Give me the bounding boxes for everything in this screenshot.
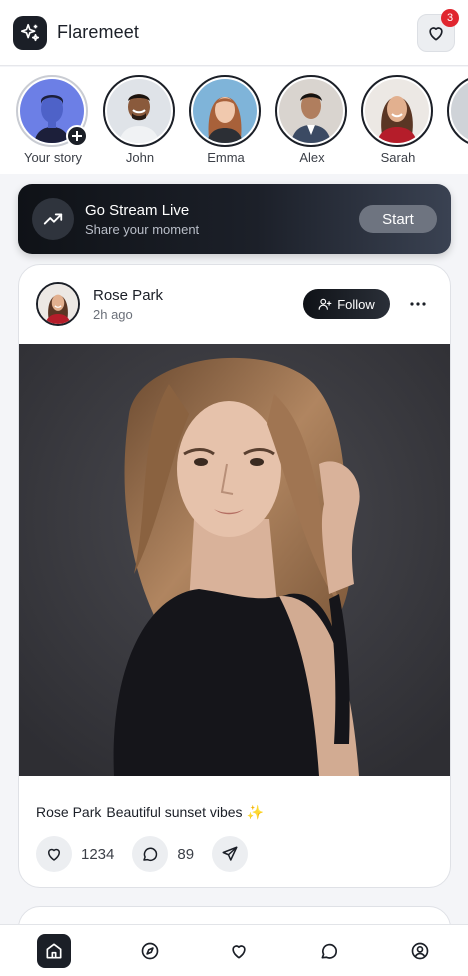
story-john[interactable]: John (103, 75, 177, 165)
notification-badge: 3 (441, 8, 459, 27)
caption-username[interactable]: Rose Park (36, 804, 101, 820)
nav-activity[interactable] (222, 934, 256, 968)
notifications-button[interactable]: 3 (417, 8, 459, 52)
sparkles-icon (13, 15, 47, 50)
comment-button[interactable] (132, 836, 169, 872)
post-timestamp: 2h ago (93, 307, 133, 322)
story-partial[interactable] (447, 75, 468, 147)
story-label: Alex (299, 150, 325, 165)
heart-icon (48, 848, 60, 861)
trending-up-icon (32, 198, 74, 240)
post-avatar[interactable] (36, 282, 80, 326)
user-plus-icon (318, 298, 332, 310)
story-emma[interactable]: Emma (189, 75, 263, 165)
story-label: John (125, 150, 155, 165)
post-caption: Rose Park Beautiful sunset vibes ✨ (36, 804, 264, 821)
nav-profile[interactable] (403, 934, 437, 968)
follow-button[interactable]: Follow (303, 289, 390, 319)
story-ring (189, 75, 261, 147)
heart-icon (232, 945, 246, 959)
go-live-subtitle: Share your moment (85, 221, 200, 237)
add-story-icon[interactable] (66, 125, 88, 147)
share-button[interactable] (212, 836, 249, 872)
post-username[interactable]: Rose Park (93, 287, 163, 304)
go-live-text: Go Stream Live Share your moment (85, 202, 359, 237)
more-horizontal-icon (410, 302, 426, 306)
more-options-button[interactable] (405, 291, 431, 317)
avatar (107, 79, 171, 143)
story-alex[interactable]: Alex (275, 75, 349, 165)
bottom-nav (0, 924, 468, 976)
stories-bar[interactable]: Your story John Emma Alex Sarah (0, 67, 468, 174)
follow-label: Follow (337, 296, 375, 312)
caption-text: Beautiful sunset vibes ✨ (106, 804, 264, 820)
story-sarah[interactable]: Sarah (361, 75, 435, 165)
brand[interactable]: Flaremeet (13, 15, 139, 50)
avatar (365, 79, 429, 143)
like-count: 1234 (81, 845, 115, 863)
post-image[interactable] (19, 344, 450, 776)
like-button[interactable] (36, 836, 72, 872)
story-label: Sarah (380, 150, 416, 165)
app-title: Flaremeet (57, 22, 139, 42)
send-icon (222, 846, 238, 861)
post-header: Rose Park 2h ago Follow (19, 265, 450, 344)
user-circle-icon (411, 942, 429, 960)
avatar (451, 79, 468, 143)
nav-home[interactable] (37, 934, 71, 968)
avatar (279, 79, 343, 143)
story-ring (447, 75, 468, 147)
heart-icon (429, 26, 443, 41)
message-circle-icon (143, 847, 158, 861)
story-ring (103, 75, 175, 147)
post-actions: 1234 89 (36, 836, 249, 872)
go-live-banner[interactable]: Go Stream Live Share your moment Start (18, 184, 451, 254)
go-live-title: Go Stream Live (85, 201, 190, 219)
home-icon (46, 943, 62, 959)
story-your-story[interactable]: Your story (16, 75, 90, 165)
story-ring (361, 75, 433, 147)
app-header: Flaremeet 3 (0, 0, 468, 66)
story-ring (16, 75, 88, 147)
nav-messages[interactable] (312, 934, 346, 968)
start-stream-button[interactable]: Start (359, 205, 437, 233)
avatar (193, 79, 257, 143)
compass-icon (141, 942, 159, 960)
post-card: Rose Park 2h ago Follow Rose Park Beauti… (18, 264, 451, 888)
comment-count: 89 (177, 845, 195, 863)
story-label: Your story (23, 150, 83, 165)
message-circle-icon (321, 943, 337, 959)
story-label: Emma (207, 150, 245, 165)
story-ring (275, 75, 347, 147)
nav-explore[interactable] (133, 934, 167, 968)
